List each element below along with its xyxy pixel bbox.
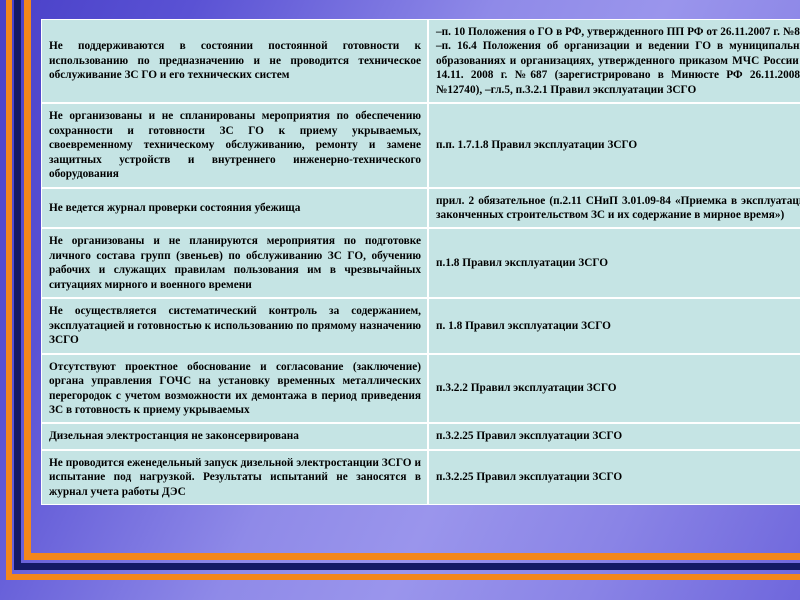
frame-middle-vertical-dark [14,0,21,570]
violation-text: Не поддерживаются в состоянии постоянной… [49,40,421,82]
cell-violation: Не организованы и не планируются меропри… [41,228,428,299]
cell-violation: Не проводится еженедельный запуск дизель… [41,449,428,506]
violation-text: Не осуществляется систематический контро… [49,305,421,347]
cell-reference: прил. 2 обязательное (п.2.11 СНиП 3.01.0… [428,187,800,229]
cell-reference: –п. 10 Положения о ГО в РФ, утвержденног… [428,19,800,104]
table-row: Не осуществляется систематический контро… [41,298,800,354]
reference-text: п.3.2.2 Правил эксплуатации ЗСГО [436,382,617,395]
reference-text: п.п. 1.7.1.8 Правил эксплуатации ЗСГО [436,139,638,152]
violation-text: Не организованы и не планируются меропри… [49,235,421,291]
violation-text: Не организованы и не спланированы меропр… [49,110,421,181]
reference-text: прил. 2 обязательное (п.2.11 СНиП 3.01.0… [436,194,800,221]
reference-text: п.3.2.25 Правил эксплуатации ЗСГО [436,430,623,443]
violation-text: Не ведется журнал проверки состояния убе… [49,201,301,214]
cell-reference: п.1.8 Правил эксплуатации ЗСГО [428,228,800,299]
reference-text: –п. 10 Положения о ГО в РФ, утвержденног… [436,26,800,96]
cell-reference: п. 1.8 Правил эксплуатации ЗСГО [428,298,800,354]
table-row: Не поддерживаются в состоянии постоянной… [41,19,800,104]
table-row: Не организованы и не планируются меропри… [41,228,800,299]
violation-text: Дизельная электростанция не законсервиро… [49,430,299,443]
table-row: Не ведется журнал проверки состояния убе… [41,187,800,229]
reference-text: п.3.2.25 Правил эксплуатации ЗСГО [436,471,623,484]
cell-violation: Дизельная электростанция не законсервиро… [41,423,428,450]
cell-reference: п.3.2.25 Правил эксплуатации ЗСГО [428,423,800,450]
slide-canvas: Не поддерживаются в состоянии постоянной… [0,0,800,600]
cell-violation: Не организованы и не спланированы меропр… [41,103,428,188]
cell-reference: п.3.2.25 Правил эксплуатации ЗСГО [428,449,800,506]
frame-middle-horizontal-dark [14,563,800,570]
table-row: Дизельная электростанция не законсервиро… [41,423,800,450]
table-row: Отсутствуют проектное обоснование и согл… [41,353,800,424]
violation-text: Отсутствуют проектное обоснование и согл… [49,360,421,416]
frame-outer-vertical-accent [6,0,12,580]
cell-violation: Не осуществляется систематический контро… [41,298,428,354]
cell-violation: Не поддерживаются в состоянии постоянной… [41,19,428,104]
violations-table: Не поддерживаются в состоянии постоянной… [41,19,800,506]
frame-inner-vertical-accent [24,0,31,560]
reference-text: п.1.8 Правил эксплуатации ЗСГО [436,257,609,270]
violation-text: Не проводится еженедельный запуск дизель… [49,456,421,498]
table-row: Не проводится еженедельный запуск дизель… [41,449,800,506]
cell-violation: Отсутствуют проектное обоснование и согл… [41,353,428,424]
cell-reference: п.п. 1.7.1.8 Правил эксплуатации ЗСГО [428,103,800,188]
violations-table-container: Не поддерживаются в состоянии постоянной… [41,19,800,506]
cell-reference: п.3.2.2 Правил эксплуатации ЗСГО [428,353,800,424]
reference-text: п. 1.8 Правил эксплуатации ЗСГО [436,319,611,332]
table-row: Не организованы и не спланированы меропр… [41,103,800,188]
cell-violation: Не ведется журнал проверки состояния убе… [41,187,428,229]
frame-inner-horizontal-accent [24,553,800,560]
frame-outer-horizontal-accent [6,574,800,580]
table-body: Не поддерживаются в состоянии постоянной… [41,19,800,506]
